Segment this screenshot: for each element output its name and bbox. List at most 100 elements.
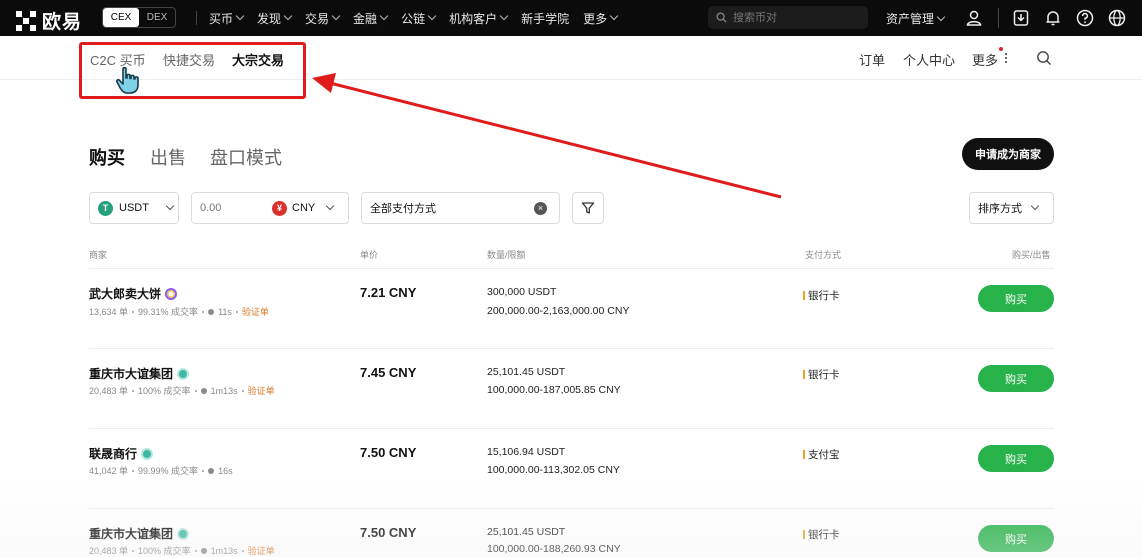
orders-link[interactable]: 订单	[859, 50, 885, 69]
amount-input-group: ¥ CNY	[191, 192, 349, 224]
cex-toggle[interactable]: CEX	[103, 8, 139, 27]
bank-card-icon	[803, 370, 805, 379]
top-search-box[interactable]	[708, 6, 868, 29]
menu-label: 更多	[583, 11, 608, 26]
column-header-action: 购买/出售	[1012, 250, 1051, 260]
globe-icon[interactable]	[1107, 8, 1127, 28]
order-limit: 200,000.00-2,163,000.00 CNY	[487, 305, 630, 317]
unit-price: 7.50 CNY	[360, 445, 417, 460]
filter-button[interactable]	[572, 192, 604, 224]
chevron-down-icon	[235, 11, 245, 21]
chevron-down-icon	[379, 11, 389, 21]
menu-more[interactable]: 更多	[583, 10, 619, 27]
coin-select[interactable]: T USDT	[89, 192, 179, 224]
tab-sell[interactable]: 出售	[150, 144, 186, 170]
hand-cursor-icon	[116, 66, 139, 94]
top-search-input[interactable]	[733, 11, 853, 24]
payment-method-text: 支付宝	[808, 449, 840, 461]
logo-text: 欧易	[42, 12, 83, 33]
menu-academy[interactable]: 新手学院	[521, 10, 569, 27]
payment-method: 银行卡	[803, 367, 840, 382]
available-quantity: 25,101.45 USDT	[487, 526, 566, 538]
buy-button[interactable]: 购买	[978, 365, 1054, 392]
more-link[interactable]: 更多	[972, 50, 998, 69]
merchant-name[interactable]: 重庆市大谊集团	[89, 365, 190, 382]
top-navbar: 欧易 CEX DEX 买币 发现 交易 金融 公链 机构客户 新手学院 更多 资…	[0, 0, 1142, 36]
bank-card-icon	[803, 530, 805, 539]
order-count: 20,483 单	[89, 546, 129, 556]
available-quantity: 15,106.94 USDT	[487, 446, 566, 458]
search-icon	[716, 12, 727, 23]
menu-buy-crypto[interactable]: 买币	[209, 10, 245, 27]
more-dots-icon[interactable]	[1004, 52, 1008, 64]
buy-button[interactable]: 购买	[978, 445, 1054, 472]
row-divider	[89, 428, 1054, 429]
order-count: 20,483 单	[89, 386, 129, 396]
chevron-down-icon	[1030, 201, 1040, 211]
menu-finance[interactable]: 金融	[353, 10, 389, 27]
completion-rate: 100% 成交率	[138, 386, 191, 396]
cex-dex-switch[interactable]: CEX DEX	[102, 7, 176, 28]
asset-management-menu[interactable]: 资产管理	[886, 10, 946, 27]
unit-price: 7.21 CNY	[360, 285, 417, 300]
available-quantity: 25,101.45 USDT	[487, 366, 566, 378]
download-icon[interactable]	[1011, 8, 1031, 28]
order-count: 41,042 单	[89, 466, 129, 476]
merchant-badge-icon	[141, 447, 154, 460]
menu-trade[interactable]: 交易	[305, 10, 341, 27]
tab-block-trade[interactable]: 大宗交易	[232, 50, 284, 69]
menu-label: 交易	[305, 11, 330, 26]
separator-dot	[132, 549, 135, 552]
row-divider	[89, 508, 1054, 509]
menu-institutional[interactable]: 机构客户	[449, 10, 509, 27]
column-header-merchant: 商家	[89, 250, 108, 260]
separator-dot	[202, 469, 205, 472]
okx-logo[interactable]: 欧易	[16, 7, 82, 34]
tab-orderbook-mode[interactable]: 盘口模式	[210, 144, 282, 170]
clock-icon	[208, 308, 215, 315]
tab-buy[interactable]: 购买	[89, 144, 125, 170]
asset-label: 资产管理	[886, 12, 935, 26]
merchant-name-text: 联晟商行	[89, 447, 138, 461]
buy-button[interactable]: 购买	[978, 525, 1054, 552]
become-merchant-button[interactable]: 申请成为商家	[962, 138, 1054, 170]
menu-chain[interactable]: 公链	[401, 10, 437, 27]
verify-tag: 验证单	[247, 386, 275, 396]
menu-label: 金融	[353, 11, 378, 26]
active-tab-underline	[232, 42, 282, 44]
menu-label: 新手学院	[521, 11, 570, 26]
menu-discover[interactable]: 发现	[257, 10, 293, 27]
merchant-badge-icon	[177, 527, 190, 540]
user-icon[interactable]	[964, 8, 984, 28]
merchant-name[interactable]: 武大郎卖大饼	[89, 285, 178, 302]
user-center-link[interactable]: 个人中心	[903, 50, 955, 69]
completion-rate: 99.31% 成交率	[138, 307, 199, 317]
chevron-down-icon[interactable]	[325, 201, 335, 211]
sort-select[interactable]: 排序方式	[969, 192, 1054, 224]
buy-button[interactable]: 购买	[978, 285, 1054, 312]
payment-method-select[interactable]: 全部支付方式 ×	[361, 192, 560, 224]
merchant-stats: 20,483 单 100% 成交率 1m13s 验证单	[89, 384, 275, 397]
completion-rate: 100% 成交率	[138, 546, 191, 556]
separator-dot	[132, 469, 135, 472]
tab-express-trade[interactable]: 快捷交易	[163, 50, 215, 69]
sort-select-value: 排序方式	[978, 203, 1022, 215]
help-icon[interactable]	[1075, 8, 1095, 28]
filter-icon	[581, 202, 595, 214]
column-header-price: 单价	[360, 250, 379, 260]
avg-time: 1m13s	[210, 385, 238, 396]
bell-icon[interactable]	[1043, 8, 1063, 28]
merchant-name[interactable]: 重庆市大谊集团	[89, 525, 190, 542]
merchant-name[interactable]: 联晟商行	[89, 445, 154, 462]
amount-input[interactable]	[200, 202, 270, 214]
avg-time: 11s	[218, 306, 232, 317]
chevron-down-icon	[499, 11, 509, 21]
payment-method-text: 银行卡	[808, 290, 840, 302]
clear-icon[interactable]: ×	[534, 201, 547, 215]
fiat-select-value[interactable]: CNY	[292, 202, 315, 214]
usdt-coin-icon: T	[98, 200, 113, 216]
completion-rate: 99.99% 成交率	[138, 466, 199, 476]
separator-dot	[202, 310, 205, 313]
dex-toggle[interactable]: DEX	[139, 8, 175, 27]
search-icon[interactable]	[1036, 50, 1052, 66]
